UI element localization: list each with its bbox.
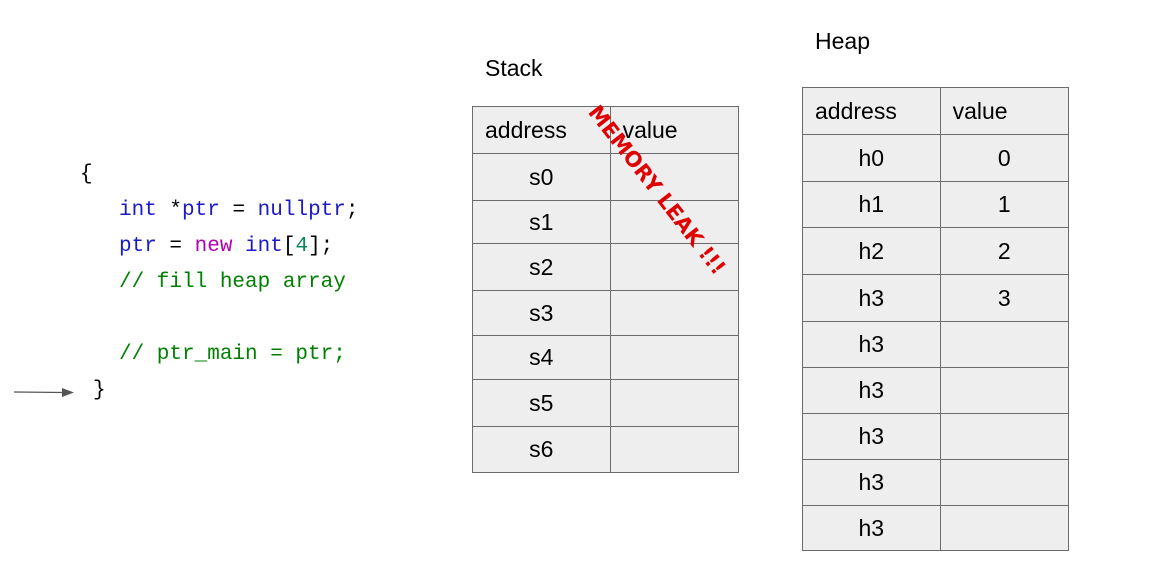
table-row: s4 [472, 335, 740, 380]
heap-value-cell [939, 413, 1070, 460]
heap-address-cell: h3 [802, 459, 941, 506]
stack-address-cell: s3 [472, 290, 611, 336]
heap-address-cell: h0 [802, 134, 941, 182]
stack-address-cell: s1 [472, 200, 611, 244]
stack-address-cell: s4 [472, 335, 611, 380]
heap-address-cell: h2 [802, 227, 941, 275]
table-row: s6 [472, 426, 740, 473]
heap-header-address: address [802, 87, 941, 135]
table-row: s3 [472, 290, 740, 336]
code-snippet: { int *ptr = nullptr; ptr = new int[4]; … [0, 0, 358, 402]
heap-value-cell: 0 [939, 134, 1070, 182]
table-row: h3 [802, 413, 1070, 460]
heap-value-cell: 2 [939, 227, 1070, 275]
stack-address-cell: s2 [472, 243, 611, 291]
stack-table: address value s0 s1 s2 s3 s4 s5 s6 [472, 106, 740, 473]
table-row: s0 [472, 153, 740, 201]
table-row: h0 0 [802, 134, 1070, 182]
heap-title: Heap [815, 28, 870, 54]
stack-address-cell: s5 [472, 379, 611, 427]
stack-value-cell [609, 379, 740, 427]
code-open-brace: { [80, 163, 93, 186]
heap-header-row: address value [802, 87, 1070, 135]
heap-address-cell: h3 [802, 505, 941, 551]
heap-value-cell [939, 505, 1070, 551]
heap-value-cell [939, 459, 1070, 506]
table-row: h3 [802, 321, 1070, 368]
heap-address-cell: h3 [802, 367, 941, 414]
heap-value-cell [939, 321, 1070, 368]
code-line-allocate: ptr = new int[4]; [119, 235, 334, 258]
heap-header-value: value [939, 87, 1070, 135]
table-row: s5 [472, 379, 740, 427]
heap-value-cell [939, 367, 1070, 414]
table-row: h3 [802, 367, 1070, 414]
code-line-declare-ptr: int *ptr = nullptr; [119, 199, 359, 222]
heap-value-cell: 3 [939, 274, 1070, 322]
heap-table: address value h0 0 h1 1 h2 2 h3 3 h3 h3 … [802, 87, 1070, 551]
table-row: h3 [802, 505, 1070, 551]
stack-address-cell: s6 [472, 426, 611, 473]
code-comment-fill: // fill heap array [119, 271, 346, 294]
heap-value-cell: 1 [939, 181, 1070, 228]
heap-address-cell: h1 [802, 181, 941, 228]
table-row: h1 1 [802, 181, 1070, 228]
stack-value-cell [609, 426, 740, 473]
stack-value-cell [609, 290, 740, 336]
code-comment-ptr-main: // ptr_main = ptr; [119, 343, 346, 366]
heap-address-cell: h3 [802, 413, 941, 460]
heap-address-cell: h3 [802, 321, 941, 368]
stack-title: Stack [485, 55, 543, 81]
code-close-brace: } [93, 379, 106, 402]
heap-address-cell: h3 [802, 274, 941, 322]
stack-value-cell [609, 335, 740, 380]
execution-arrow-icon [14, 388, 74, 397]
stack-address-cell: s0 [472, 153, 611, 201]
table-row: h3 3 [802, 274, 1070, 322]
table-row: h2 2 [802, 227, 1070, 275]
table-row: h3 [802, 459, 1070, 506]
